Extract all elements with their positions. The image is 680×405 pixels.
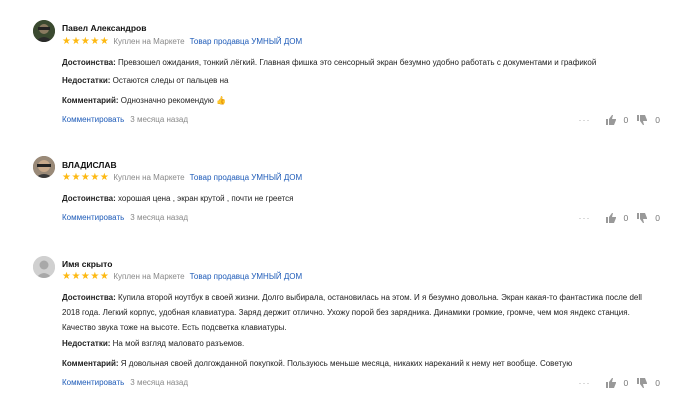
avatar[interactable]: [33, 256, 55, 278]
comment-text: Я довольная своей долгожданной покупкой.…: [120, 359, 573, 368]
review-actions: ··· 0 0: [579, 114, 660, 125]
avatar[interactable]: [33, 156, 55, 178]
cons-row: Недостатки: Остаются следы от пальцев на: [62, 73, 660, 88]
like-button[interactable]: 0: [605, 377, 629, 388]
rating-stars: ★★★★★: [62, 36, 110, 47]
pros-row: Достоинства: хорошая цена , экран крутой…: [62, 191, 660, 206]
author-name[interactable]: Павел Александров: [62, 23, 146, 33]
comment-button[interactable]: Комментировать: [62, 378, 124, 387]
review-actions: ··· 0 0: [579, 212, 660, 223]
like-count: 0: [623, 114, 629, 125]
dislike-count: 0: [655, 212, 660, 223]
avatar-image: [33, 20, 55, 42]
comment-label: Комментарий:: [62, 359, 119, 368]
pros-row: Достоинства: Купила второй ноутбук в сво…: [62, 290, 660, 335]
comment-button[interactable]: Комментировать: [62, 115, 124, 124]
like-count: 0: [623, 212, 629, 223]
review-actions: ··· 0 0: [579, 377, 660, 388]
like-button[interactable]: 0: [605, 212, 629, 223]
like-count: 0: [623, 377, 629, 388]
author-name[interactable]: ВЛАДИСЛАВ: [62, 160, 117, 170]
cons-text: На мой взгляд маловато разъемов.: [112, 339, 245, 348]
pros-label: Достоинства:: [62, 194, 116, 203]
dislike-button[interactable]: 0: [637, 114, 660, 125]
thumbs-up-icon: [605, 377, 616, 388]
rating-stars: ★★★★★: [62, 271, 110, 282]
pros-text: хорошая цена , экран крутой , почти не г…: [118, 194, 294, 203]
review-meta: ★★★★★ Куплен на Маркете Товар продавца У…: [62, 271, 302, 282]
pros-text: Купила второй ноутбук в своей жизни. Дол…: [62, 293, 642, 332]
avatar[interactable]: [33, 20, 55, 42]
review-date: 3 месяца назад: [130, 378, 189, 387]
pros-row: Достоинства: Превзошел ожидания, тонкий …: [62, 55, 660, 70]
review-footer: Комментировать 3 месяца назад ··· 0 0: [62, 114, 660, 125]
thumbs-down-icon: [637, 114, 648, 125]
cons-text: Остаются следы от пальцев на: [112, 76, 229, 85]
pros-label: Достоинства:: [62, 293, 116, 302]
seller-link[interactable]: Товар продавца УМНЫЙ ДОМ: [190, 173, 303, 182]
review-card: Павел Александров ★★★★★ Куплен на Маркет…: [0, 0, 680, 140]
comment-label: Комментарий:: [62, 96, 119, 105]
more-dots-icon[interactable]: ···: [579, 378, 591, 388]
dislike-count: 0: [655, 377, 660, 388]
comment-text: Однозначно рекомендую 👍: [120, 96, 227, 105]
rating-stars: ★★★★★: [62, 172, 110, 183]
bought-on-market-label: Куплен на Маркете: [113, 37, 185, 46]
review-meta: ★★★★★ Куплен на Маркете Товар продавца У…: [62, 36, 302, 47]
pros-text: Превзошел ожидания, тонкий лёгкий. Главн…: [118, 58, 597, 67]
more-dots-icon[interactable]: ···: [579, 213, 591, 223]
thumbs-down-icon: [637, 212, 648, 223]
thumbs-down-icon: [637, 377, 648, 388]
bought-on-market-label: Куплен на Маркете: [113, 173, 185, 182]
dislike-button[interactable]: 0: [637, 377, 660, 388]
more-dots-icon[interactable]: ···: [579, 115, 591, 125]
cons-label: Недостатки:: [62, 76, 111, 85]
comment-row: Комментарий: Я довольная своей долгождан…: [62, 356, 660, 371]
review-card: Имя скрыто ★★★★★ Куплен на Маркете Товар…: [0, 245, 680, 405]
like-button[interactable]: 0: [605, 114, 629, 125]
pros-label: Достоинства:: [62, 58, 116, 67]
review-date: 3 месяца назад: [130, 115, 189, 124]
seller-link[interactable]: Товар продавца УМНЫЙ ДОМ: [190, 272, 303, 281]
review-footer: Комментировать 3 месяца назад ··· 0 0: [62, 377, 660, 388]
review-date: 3 месяца назад: [130, 213, 189, 222]
comment-button[interactable]: Комментировать: [62, 213, 124, 222]
dislike-button[interactable]: 0: [637, 212, 660, 223]
bought-on-market-label: Куплен на Маркете: [113, 272, 185, 281]
thumbs-up-icon: [605, 212, 616, 223]
avatar-placeholder-icon: [33, 256, 55, 278]
dislike-count: 0: [655, 114, 660, 125]
author-name[interactable]: Имя скрыто: [62, 259, 112, 269]
seller-link[interactable]: Товар продавца УМНЫЙ ДОМ: [190, 37, 303, 46]
review-card: ВЛАДИСЛАВ ★★★★★ Куплен на Маркете Товар …: [0, 140, 680, 245]
avatar-image: [33, 156, 55, 178]
cons-row: Недостатки: На мой взгляд маловато разъе…: [62, 336, 660, 351]
cons-label: Недостатки:: [62, 339, 111, 348]
review-footer: Комментировать 3 месяца назад ··· 0 0: [62, 212, 660, 223]
review-meta: ★★★★★ Куплен на Маркете Товар продавца У…: [62, 172, 302, 183]
thumbs-up-icon: [605, 114, 616, 125]
comment-row: Комментарий: Однозначно рекомендую 👍: [62, 93, 660, 108]
